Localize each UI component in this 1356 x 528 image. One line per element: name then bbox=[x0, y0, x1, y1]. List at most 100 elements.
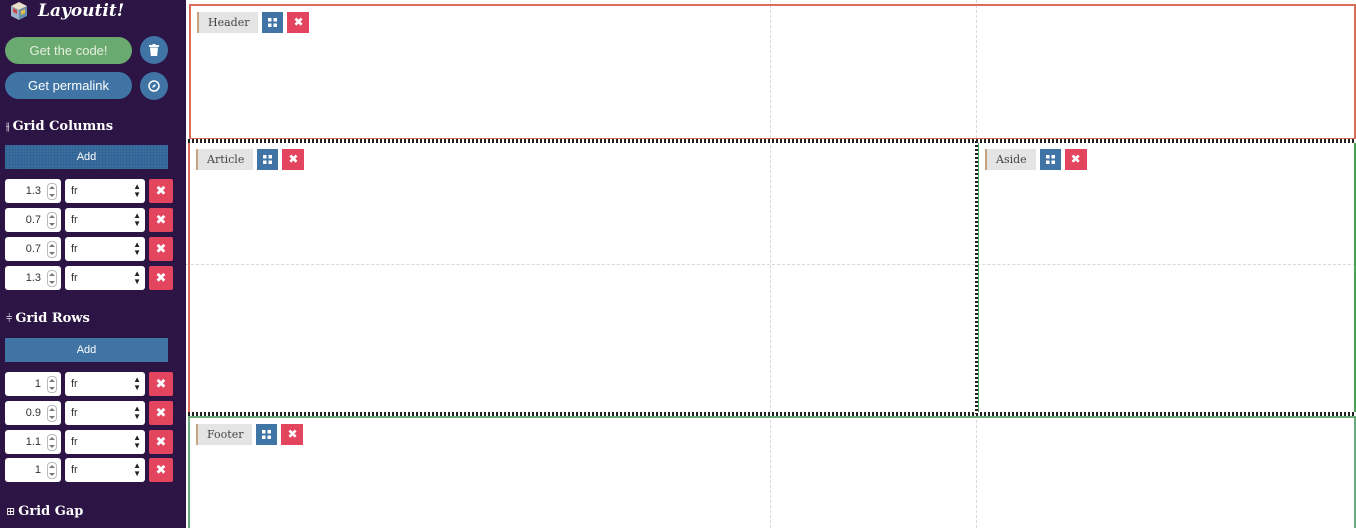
close-icon: ✖ bbox=[155, 241, 167, 256]
row-track-1: 1 fr ▲ ▼ ✖ bbox=[5, 372, 173, 396]
column-2-value-input[interactable]: 0.7 bbox=[5, 208, 61, 232]
column-1-value-input[interactable]: 1.3 bbox=[5, 179, 61, 203]
stepper-icon[interactable] bbox=[47, 376, 57, 393]
grid-columns-label: Grid Columns bbox=[12, 119, 114, 134]
row-2-value-input[interactable]: 0.9 bbox=[5, 401, 61, 425]
row-3-unit-select[interactable]: fr ▲ ▼ bbox=[65, 430, 145, 454]
stepper-icon[interactable] bbox=[47, 462, 57, 479]
subgrid-button[interactable] bbox=[256, 424, 278, 445]
get-permalink-button[interactable]: Get permalink bbox=[5, 72, 132, 99]
stepper-icon[interactable] bbox=[47, 270, 57, 287]
grid-gap-title[interactable]: ⊞ Grid Gap bbox=[6, 504, 83, 519]
column-track-2: 0.7 fr ▲ ▼ ✖ bbox=[5, 208, 173, 232]
grid-canvas[interactable]: Header ✖ Article ✖ Aside ✖ Footer ✖ bbox=[186, 0, 1356, 528]
area-name-label[interactable]: Article bbox=[196, 149, 254, 170]
row-track-3: 1.1 fr ▲ ▼ ✖ bbox=[5, 430, 173, 454]
area-toolbar: Header ✖ bbox=[197, 12, 310, 33]
row-gap-handle[interactable] bbox=[188, 139, 1356, 143]
close-icon: ✖ bbox=[293, 15, 304, 29]
row-track-4: 1 fr ▲ ▼ ✖ bbox=[5, 458, 173, 482]
area-name-label[interactable]: Header bbox=[197, 12, 259, 33]
grid-gap-label: Grid Gap bbox=[18, 504, 84, 519]
close-icon: ✖ bbox=[288, 152, 299, 166]
close-icon: ✖ bbox=[155, 434, 167, 449]
column-3-unit-select[interactable]: fr ▲ ▼ bbox=[65, 237, 145, 261]
area-footer[interactable]: Footer ✖ bbox=[188, 416, 1356, 528]
close-icon: ✖ bbox=[1070, 152, 1081, 166]
delete-row-2-button[interactable]: ✖ bbox=[149, 401, 173, 425]
clear-button[interactable] bbox=[140, 36, 168, 64]
row-2-unit-select[interactable]: fr ▲ ▼ bbox=[65, 401, 145, 425]
grid-icon bbox=[1045, 155, 1055, 164]
area-aside[interactable]: Aside ✖ bbox=[977, 141, 1356, 414]
column-2-unit-select[interactable]: fr ▲ ▼ bbox=[65, 208, 145, 232]
area-toolbar: Aside ✖ bbox=[985, 149, 1087, 170]
sidebar: Layoutit! Get the code! Get permalink ⫲ … bbox=[0, 0, 186, 528]
stepper-icon[interactable] bbox=[47, 434, 57, 451]
select-arrows-icon: ▲ ▼ bbox=[133, 375, 141, 392]
delete-column-4-button[interactable]: ✖ bbox=[149, 266, 173, 290]
grid-rows-title: ⫩ Grid Rows bbox=[6, 311, 90, 326]
add-column-button[interactable]: Add bbox=[5, 145, 168, 169]
delete-area-button[interactable]: ✖ bbox=[1064, 149, 1087, 170]
get-code-button[interactable]: Get the code! bbox=[5, 37, 132, 64]
subgrid-button[interactable] bbox=[1039, 149, 1061, 170]
select-arrows-icon: ▲ ▼ bbox=[133, 182, 141, 199]
column-3-value-input[interactable]: 0.7 bbox=[5, 237, 61, 261]
share-button[interactable] bbox=[140, 72, 168, 100]
add-row-button[interactable]: Add bbox=[5, 338, 168, 362]
select-arrows-icon: ▲ ▼ bbox=[133, 211, 141, 228]
area-article[interactable]: Article ✖ bbox=[188, 141, 977, 414]
column-1-unit-select[interactable]: fr ▲ ▼ bbox=[65, 179, 145, 203]
grid-icon bbox=[262, 430, 272, 439]
grid-columns-title: ⫲ Grid Columns bbox=[6, 119, 113, 134]
logo[interactable]: Layoutit! bbox=[10, 1, 124, 21]
stepper-icon[interactable] bbox=[47, 183, 57, 200]
close-icon: ✖ bbox=[155, 405, 167, 420]
stepper-icon[interactable] bbox=[47, 241, 57, 258]
column-gap-handle[interactable] bbox=[975, 141, 978, 414]
delete-column-2-button[interactable]: ✖ bbox=[149, 208, 173, 232]
column-4-value-input[interactable]: 1.3 bbox=[5, 266, 61, 290]
gap-grid-icon: ⊞ bbox=[6, 505, 16, 518]
delete-area-button[interactable]: ✖ bbox=[287, 12, 310, 33]
area-toolbar: Footer ✖ bbox=[196, 424, 304, 445]
delete-row-3-button[interactable]: ✖ bbox=[149, 430, 173, 454]
select-arrows-icon: ▲ ▼ bbox=[133, 461, 141, 478]
trash-icon bbox=[149, 44, 159, 56]
area-name-label[interactable]: Aside bbox=[985, 149, 1036, 170]
delete-row-1-button[interactable]: ✖ bbox=[149, 372, 173, 396]
delete-row-4-button[interactable]: ✖ bbox=[149, 458, 173, 482]
grid-rows-label: Grid Rows bbox=[15, 311, 90, 326]
row-1-unit-select[interactable]: fr ▲ ▼ bbox=[65, 372, 145, 396]
rows-icon: ⫩ bbox=[6, 311, 13, 325]
delete-area-button[interactable]: ✖ bbox=[281, 424, 304, 445]
area-header[interactable]: Header ✖ bbox=[189, 4, 1356, 140]
columns-icon: ⫲ bbox=[6, 119, 10, 133]
row-1-value-input[interactable]: 1 bbox=[5, 372, 61, 396]
close-icon: ✖ bbox=[155, 183, 167, 198]
close-icon: ✖ bbox=[287, 427, 298, 441]
stepper-icon[interactable] bbox=[47, 212, 57, 229]
subgrid-button[interactable] bbox=[257, 149, 279, 170]
stepper-icon[interactable] bbox=[47, 405, 57, 422]
delete-column-1-button[interactable]: ✖ bbox=[149, 179, 173, 203]
column-4-unit-select[interactable]: fr ▲ ▼ bbox=[65, 266, 145, 290]
select-arrows-icon: ▲ ▼ bbox=[133, 240, 141, 257]
area-toolbar: Article ✖ bbox=[196, 149, 305, 170]
column-track-1: 1.3 fr ▲ ▼ ✖ bbox=[5, 179, 173, 203]
compass-icon bbox=[148, 80, 160, 92]
subgrid-button[interactable] bbox=[262, 12, 284, 33]
delete-area-button[interactable]: ✖ bbox=[282, 149, 305, 170]
select-arrows-icon: ▲ ▼ bbox=[133, 433, 141, 450]
app-title: Layoutit! bbox=[38, 1, 125, 21]
column-track-4: 1.3 fr ▲ ▼ ✖ bbox=[5, 266, 173, 290]
row-4-value-input[interactable]: 1 bbox=[5, 458, 61, 482]
area-name-label[interactable]: Footer bbox=[196, 424, 253, 445]
close-icon: ✖ bbox=[155, 270, 167, 285]
delete-column-3-button[interactable]: ✖ bbox=[149, 237, 173, 261]
row-4-unit-select[interactable]: fr ▲ ▼ bbox=[65, 458, 145, 482]
row-gap-handle[interactable] bbox=[188, 412, 1356, 416]
row-3-value-input[interactable]: 1.1 bbox=[5, 430, 61, 454]
close-icon: ✖ bbox=[155, 212, 167, 227]
